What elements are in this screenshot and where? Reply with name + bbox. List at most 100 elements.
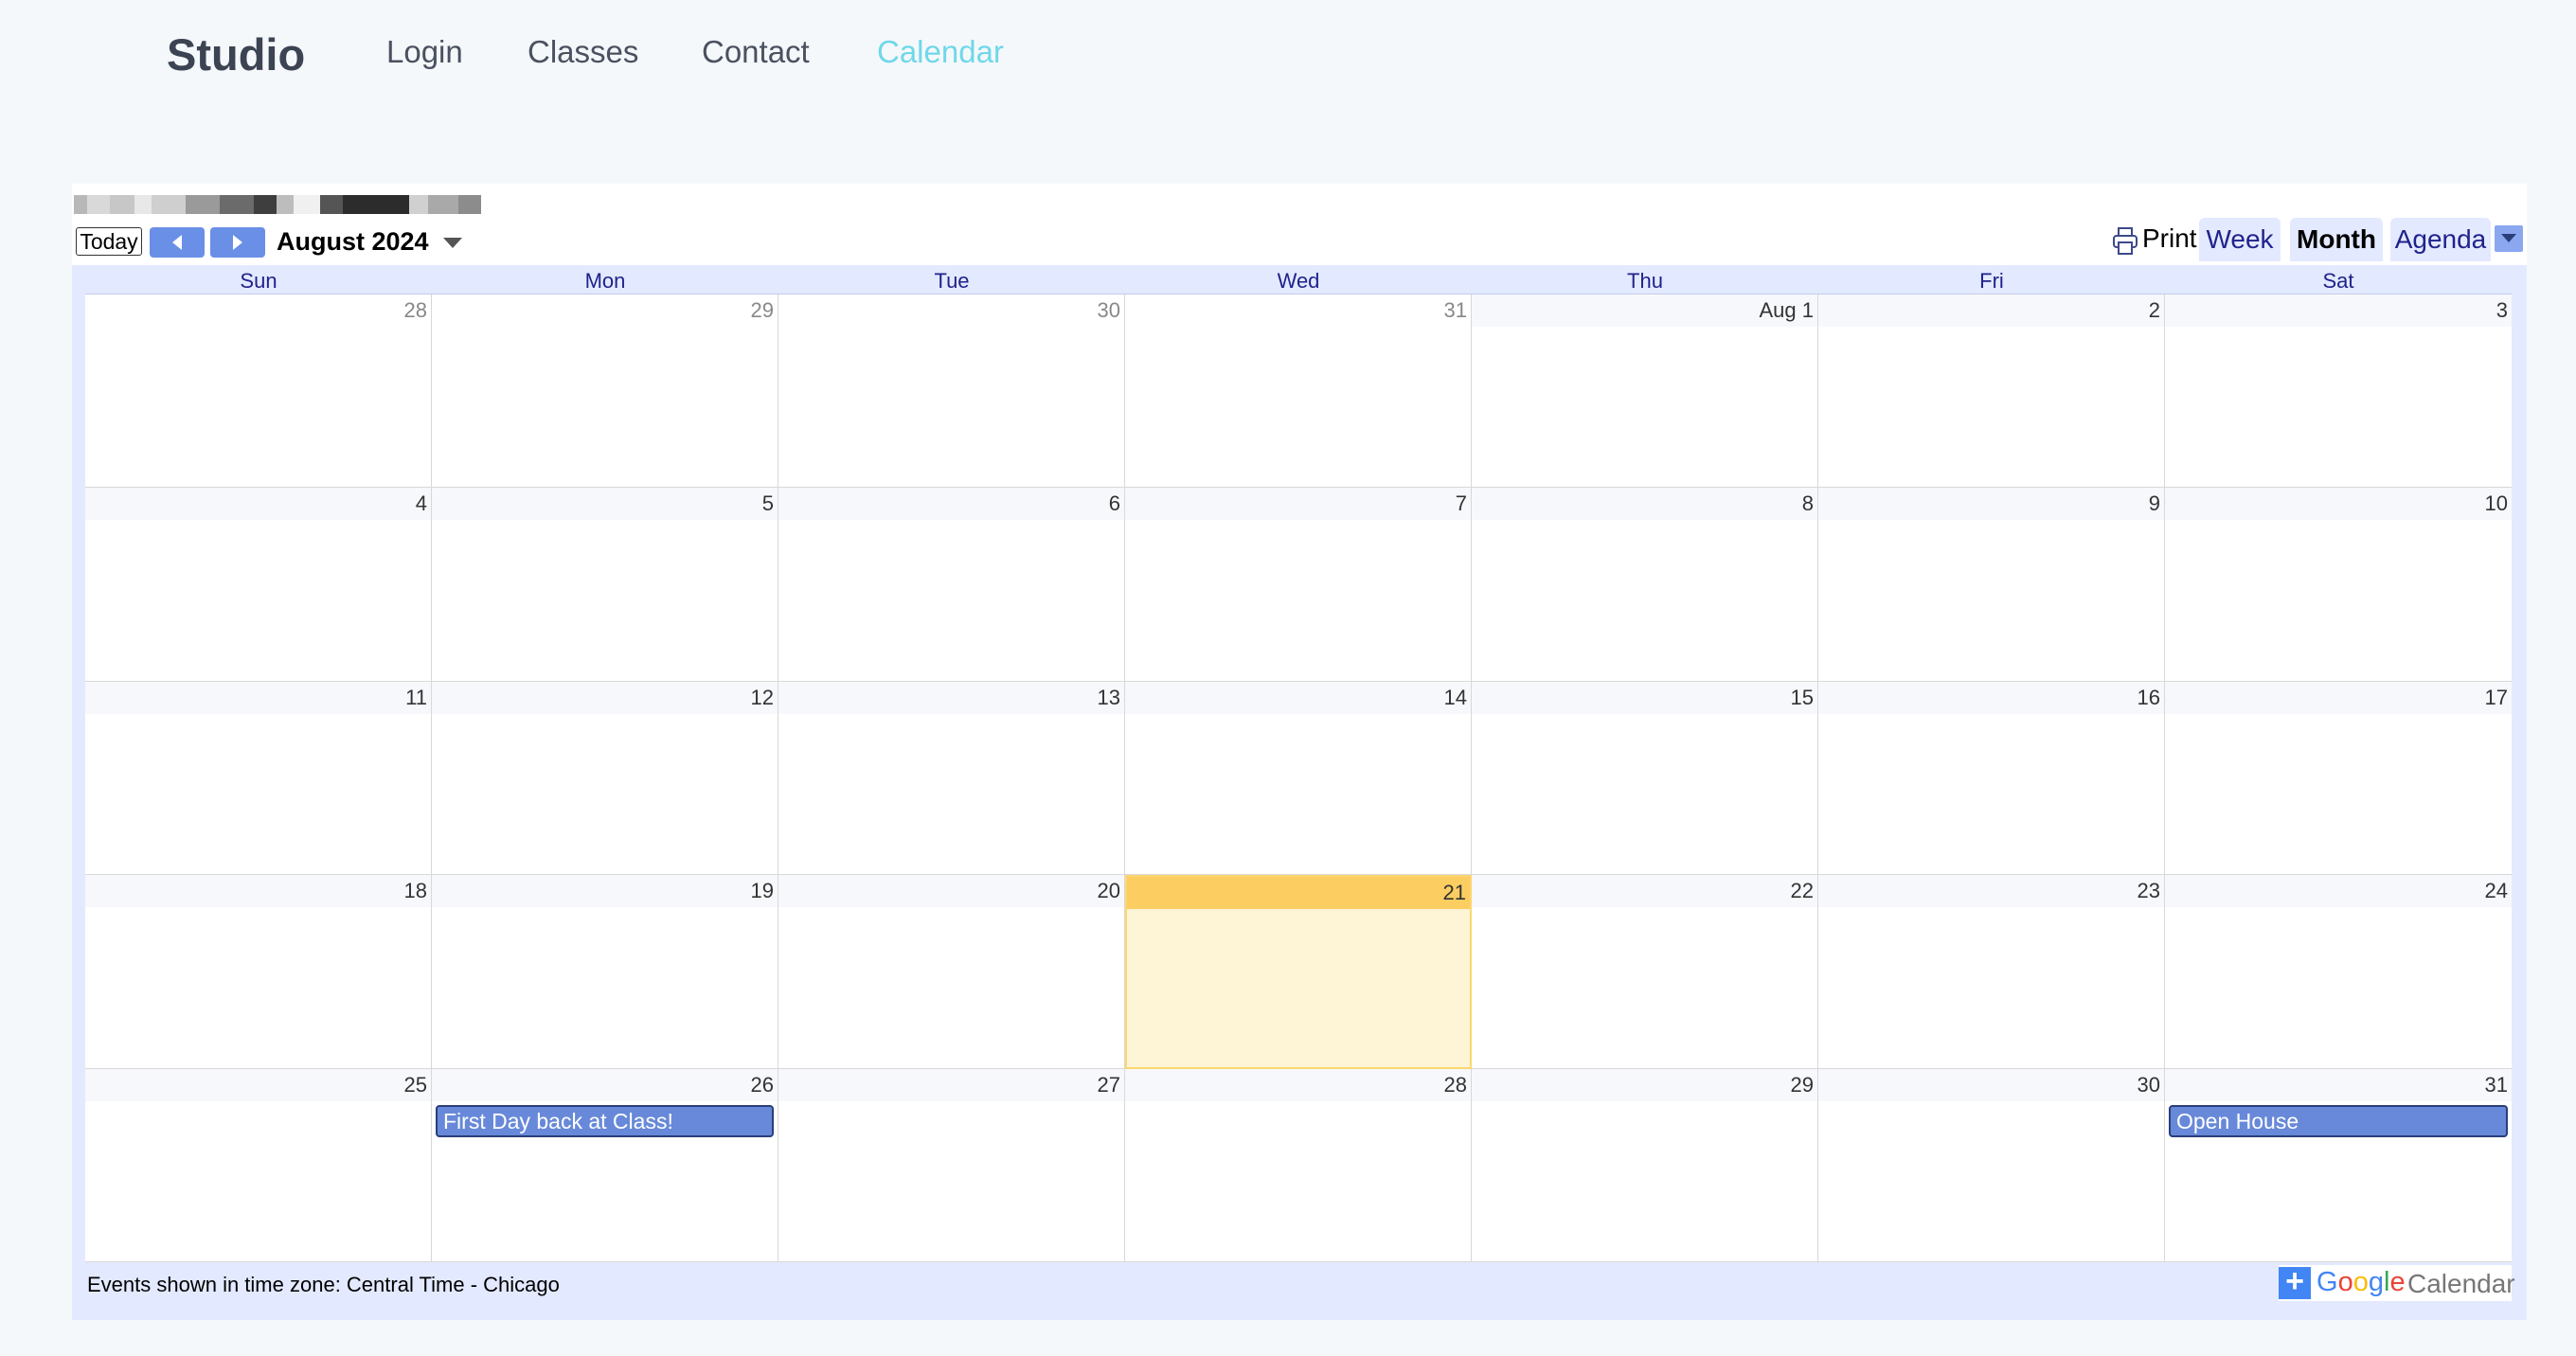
today-button[interactable]: Today xyxy=(76,227,142,256)
day-cell[interactable]: 7 xyxy=(1125,488,1472,682)
day-cell[interactable]: 15 xyxy=(1472,681,1818,876)
chevron-right-icon xyxy=(233,235,242,250)
day-cell[interactable]: 28 xyxy=(85,294,432,489)
day-cell[interactable]: 29 xyxy=(432,294,778,489)
next-month-button[interactable] xyxy=(210,227,265,258)
day-number: 28 xyxy=(85,294,431,327)
day-cell[interactable]: 6 xyxy=(778,488,1125,682)
day-number: 27 xyxy=(778,1068,1124,1101)
day-cell[interactable]: 18 xyxy=(85,875,432,1069)
day-cell[interactable]: 8 xyxy=(1472,488,1818,682)
current-month-label: August 2024 xyxy=(277,227,429,256)
day-cell[interactable]: 27 xyxy=(778,1068,1125,1262)
calendar-title-redacted xyxy=(74,195,481,214)
previous-month-button[interactable] xyxy=(150,227,205,258)
calendar-toolbar: Today August 2024 Print Week Month Agend… xyxy=(72,218,2527,261)
google-logo: Google xyxy=(2317,1267,2406,1297)
nav-link-calendar[interactable]: Calendar xyxy=(877,34,1004,70)
day-number: 6 xyxy=(778,488,1124,521)
day-cell[interactable]: 31 xyxy=(1125,294,1472,489)
day-cell[interactable]: 26 First Day back at Class! xyxy=(432,1068,778,1262)
day-number: 3 xyxy=(2165,294,2512,327)
nav-link-contact[interactable]: Contact xyxy=(702,34,810,70)
day-cell[interactable]: 4 xyxy=(85,488,432,682)
day-number: 17 xyxy=(2165,681,2512,714)
day-number: 13 xyxy=(778,681,1124,714)
day-cell[interactable]: 9 xyxy=(1818,488,2165,682)
day-number: 29 xyxy=(1472,1068,1817,1101)
day-number: 26 xyxy=(432,1068,778,1101)
weekday-label: Wed xyxy=(1277,269,1320,293)
chevron-left-icon xyxy=(172,235,182,250)
weekday-label: Tue xyxy=(934,269,970,293)
day-number: 21 xyxy=(1127,877,1470,910)
tab-week[interactable]: Week xyxy=(2199,218,2281,261)
day-cell-today[interactable]: 21 xyxy=(1125,875,1472,1069)
day-cell[interactable]: 17 xyxy=(2165,681,2512,876)
calendar-event[interactable]: Open House xyxy=(2169,1104,2508,1137)
day-cell[interactable]: 22 xyxy=(1472,875,1818,1069)
day-number: 24 xyxy=(2165,875,2512,908)
printer-icon xyxy=(2113,227,2138,255)
day-number: 23 xyxy=(1818,875,2164,908)
day-cell[interactable]: 24 xyxy=(2165,875,2512,1069)
day-cell[interactable]: 29 xyxy=(1472,1068,1818,1262)
weekday-label: Mon xyxy=(584,269,626,293)
day-number: 5 xyxy=(432,488,778,521)
top-navigation: Studio Login Classes Contact Calendar xyxy=(0,0,2576,114)
embedded-calendar: Today August 2024 Print Week Month Agend… xyxy=(72,184,2527,1320)
day-cell[interactable]: 3 xyxy=(2165,294,2512,489)
weekday-header: Sun Mon Tue Wed Thu Fri Sat xyxy=(85,265,2512,294)
caret-down-icon xyxy=(443,238,462,248)
day-cell[interactable]: 28 xyxy=(1125,1068,1472,1262)
day-cell[interactable]: Aug 1 xyxy=(1472,294,1818,489)
day-number: 31 xyxy=(2165,1068,2512,1101)
day-cell[interactable]: 31 Open House xyxy=(2165,1068,2512,1262)
day-cell[interactable]: 16 xyxy=(1818,681,2165,876)
day-number: 22 xyxy=(1472,875,1817,908)
nav-link-login[interactable]: Login xyxy=(386,34,463,70)
day-number: 2 xyxy=(1818,294,2164,327)
day-cell[interactable]: 5 xyxy=(432,488,778,682)
plus-icon: + xyxy=(2279,1265,2311,1299)
calendar-event[interactable]: First Day back at Class! xyxy=(436,1104,774,1137)
day-number: 7 xyxy=(1125,488,1471,521)
day-number: 12 xyxy=(432,681,778,714)
weekday-label: Thu xyxy=(1627,269,1663,293)
day-number: 9 xyxy=(1818,488,2164,521)
day-cell[interactable]: 23 xyxy=(1818,875,2165,1069)
day-number: 14 xyxy=(1125,681,1471,714)
day-number: 30 xyxy=(778,294,1124,327)
day-cell[interactable]: 12 xyxy=(432,681,778,876)
day-number: 19 xyxy=(432,875,778,908)
month-grid: 28 29 30 31 Aug 1 2 3 4 5 6 7 8 9 10 11 12 13 14 15 16 17 18 1… xyxy=(85,294,2512,1262)
day-number: 28 xyxy=(1125,1068,1471,1101)
tab-agenda[interactable]: Agenda xyxy=(2390,218,2491,261)
day-cell[interactable]: 10 xyxy=(2165,488,2512,682)
day-number: 18 xyxy=(85,875,431,908)
day-number: 20 xyxy=(778,875,1124,908)
timezone-note: Events shown in time zone: Central Time … xyxy=(87,1273,560,1296)
day-number: 4 xyxy=(85,488,431,521)
day-cell[interactable]: 20 xyxy=(778,875,1125,1069)
weekday-label: Sat xyxy=(2322,269,2354,293)
tab-month[interactable]: Month xyxy=(2290,218,2383,261)
day-cell[interactable]: 14 xyxy=(1125,681,1472,876)
brand-logo-text[interactable]: Studio xyxy=(167,28,305,80)
month-picker-dropdown[interactable] xyxy=(443,237,462,254)
day-cell[interactable]: 2 xyxy=(1818,294,2165,489)
day-cell[interactable]: 11 xyxy=(85,681,432,876)
day-number: 15 xyxy=(1472,681,1817,714)
day-cell[interactable]: 13 xyxy=(778,681,1125,876)
google-calendar-add-button[interactable]: + Google Calendar xyxy=(2279,1265,2515,1301)
weekday-label: Fri xyxy=(1979,269,2004,293)
day-cell[interactable]: 19 xyxy=(432,875,778,1069)
view-options-dropdown[interactable] xyxy=(2495,225,2523,252)
day-number: 30 xyxy=(1818,1068,2164,1101)
day-cell[interactable]: 25 xyxy=(85,1068,432,1262)
nav-link-classes[interactable]: Classes xyxy=(528,34,638,70)
day-cell[interactable]: 30 xyxy=(778,294,1125,489)
day-number: 8 xyxy=(1472,488,1817,521)
day-cell[interactable]: 30 xyxy=(1818,1068,2165,1262)
day-number: 11 xyxy=(85,681,431,714)
